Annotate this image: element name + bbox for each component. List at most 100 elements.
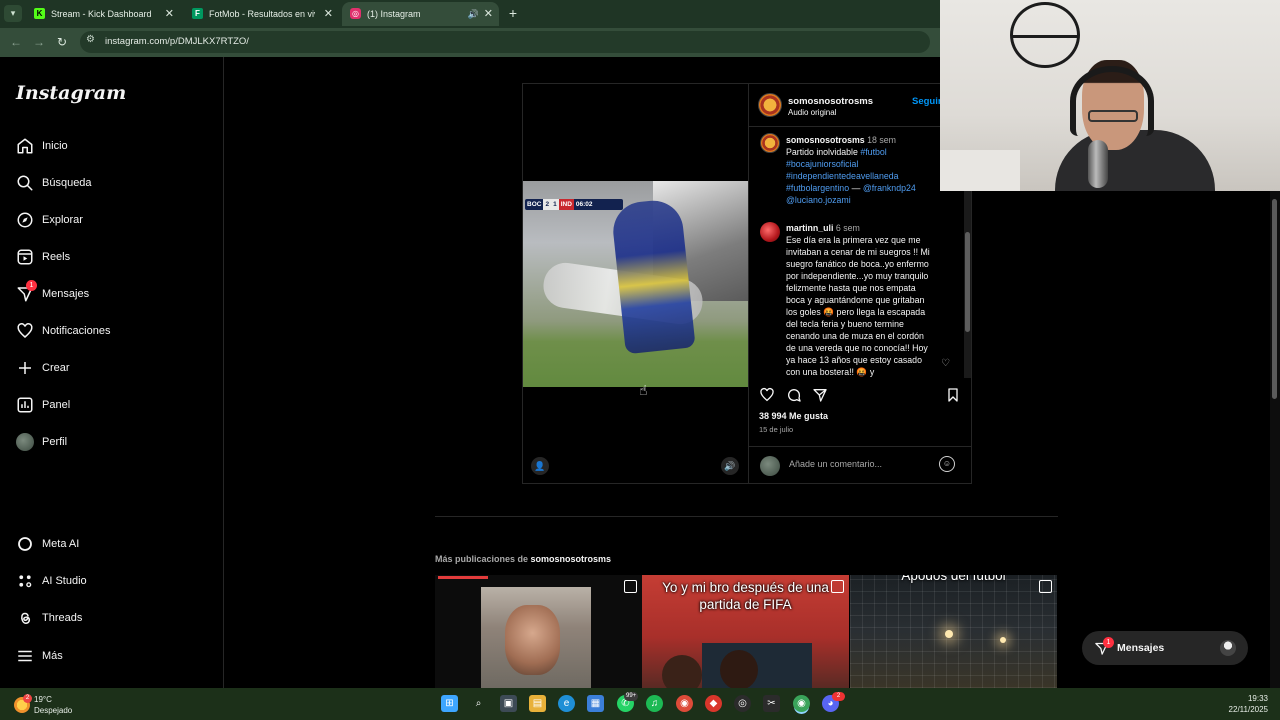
windows-taskbar: 2 19°C Despejado ⊞ ⌕ ▣ ▤ e ▦ ✆ 99+ ♫ ◉ ◆… xyxy=(0,688,1280,720)
thumb-fence xyxy=(850,575,1057,688)
new-tab-button[interactable]: + xyxy=(505,4,521,22)
back-icon[interactable]: ← xyxy=(8,34,24,50)
volume-icon[interactable]: 🔊 xyxy=(721,457,739,475)
kick-favicon-icon: K xyxy=(34,8,45,19)
likes-count[interactable]: 38 994 Me gusta xyxy=(759,411,828,421)
windows-start-icon[interactable]: ⊞ xyxy=(441,695,458,712)
comment-input[interactable]: Añade un comentario... xyxy=(789,459,882,469)
address-bar[interactable]: ⚙ instagram.com/p/DMJLKX7RTZO/ xyxy=(80,31,930,53)
chrome-active-icon[interactable]: ◉ xyxy=(793,695,810,712)
url-text[interactable]: instagram.com/p/DMJLKX7RTZO/ xyxy=(105,36,249,47)
page-scrollbar[interactable] xyxy=(1270,191,1280,688)
video-frame[interactable]: BOC 2 1 IND 06:02 xyxy=(523,181,748,387)
sidebar-item-inicio[interactable]: Inicio xyxy=(16,135,206,159)
add-comment-bar: Añade un comentario... ☺ xyxy=(749,446,972,483)
comment-username[interactable]: martinn_uli xyxy=(786,223,833,233)
more-posts-user[interactable]: somosnosotrosms xyxy=(531,554,612,564)
browser-tabbar: ▾ K Stream - Kick Dashboard ✕ F FotMob -… xyxy=(0,0,940,28)
post-side-panel: somosnosotrosms Audio original Seguir so… xyxy=(748,84,972,483)
tab-title: FotMob - Resultados en vivo de xyxy=(209,9,315,19)
capcut-icon[interactable]: ✂ xyxy=(763,695,780,712)
red-app-icon[interactable]: ◆ xyxy=(705,695,722,712)
sidebar-item-reels[interactable]: Reels xyxy=(16,246,206,270)
hashtag-link[interactable]: #futbol xyxy=(860,147,886,157)
tab-title: Stream - Kick Dashboard xyxy=(51,9,152,19)
more-post-thumb-2[interactable]: Yo y mi bro después de una partida de FI… xyxy=(642,575,849,688)
hashtag-link[interactable]: #futbolargentino xyxy=(786,183,849,193)
like-heart-icon[interactable] xyxy=(759,387,775,403)
tab-close-icon[interactable]: ✕ xyxy=(165,2,174,26)
sidebar-item-label: Más xyxy=(42,650,63,662)
tab-search-dropdown-icon[interactable]: ▾ xyxy=(4,5,22,22)
sidebar-item-busqueda[interactable]: Búsqueda xyxy=(16,172,206,196)
thumb-head xyxy=(662,655,702,688)
sidebar-item-mensajes[interactable]: 1 Mensajes xyxy=(16,280,206,307)
floating-messages-button[interactable]: 1 Mensajes xyxy=(1082,631,1248,665)
speaker-icon[interactable]: 🔊 xyxy=(468,2,479,26)
spotify-icon[interactable]: ♫ xyxy=(646,695,663,712)
sidebar-item-label: Explorar xyxy=(42,214,83,226)
caption-username[interactable]: somosnosotrosms xyxy=(786,135,865,145)
audio-label[interactable]: Audio original xyxy=(788,108,836,117)
comment-bubble-icon[interactable] xyxy=(786,387,802,403)
caption-avatar[interactable] xyxy=(760,133,780,153)
obs-icon[interactable]: ◎ xyxy=(734,695,751,712)
tab-fotmob[interactable]: F FotMob - Resultados en vivo de ✕ xyxy=(184,2,339,26)
sidebar-item-perfil[interactable]: Perfil xyxy=(16,431,206,455)
scrollbar-thumb[interactable] xyxy=(965,232,970,332)
sidebar-item-panel[interactable]: Panel xyxy=(16,394,206,418)
profile-avatar[interactable] xyxy=(758,93,782,117)
tab-close-icon[interactable]: ✕ xyxy=(484,2,493,26)
task-view-icon[interactable]: ▣ xyxy=(500,695,517,712)
sidebar-item-crear[interactable]: Crear xyxy=(16,357,206,381)
sidebar-item-explorar[interactable]: Explorar xyxy=(16,209,206,233)
sidebar-item-threads[interactable]: Threads xyxy=(16,607,206,631)
store-icon[interactable]: ▦ xyxy=(587,695,604,712)
hashtag-link[interactable]: #independientedeavellaneda xyxy=(786,171,899,181)
more-post-thumb-1[interactable] xyxy=(435,575,642,688)
follow-button[interactable]: Seguir xyxy=(912,96,942,107)
sidebar-item-label: Notificaciones xyxy=(42,325,111,337)
tab-kick-dashboard[interactable]: K Stream - Kick Dashboard ✕ xyxy=(26,2,180,26)
file-explorer-icon[interactable]: ▤ xyxy=(529,695,546,712)
tagged-user-icon[interactable]: 👤 xyxy=(531,457,549,475)
bookmark-icon[interactable] xyxy=(945,387,961,403)
sidebar-item-meta-ai[interactable]: Meta AI xyxy=(16,533,206,557)
scoreboard-overlay: BOC 2 1 IND 06:02 xyxy=(525,199,623,210)
sidebar-item-label: Perfil xyxy=(42,436,68,448)
mention-link[interactable]: @frankndp24 xyxy=(863,183,916,193)
forward-icon[interactable]: → xyxy=(31,34,47,50)
tab-instagram[interactable]: ◎ (1) Instagram 🔊 ✕ xyxy=(342,2,499,26)
comment-avatar[interactable] xyxy=(760,222,780,242)
thumb-decoration xyxy=(438,576,488,579)
tab-close-icon[interactable]: ✕ xyxy=(324,2,333,26)
search-icon[interactable]: ⌕ xyxy=(470,695,487,712)
emoji-icon[interactable]: ☺ xyxy=(939,456,955,472)
caption-text: Partido inolvidable xyxy=(786,147,858,157)
sidebar-item-mas[interactable]: Más xyxy=(16,645,206,669)
fotmob-favicon-icon: F xyxy=(192,8,203,19)
mention-link[interactable]: @luciano.jozami xyxy=(786,195,851,205)
comments-scrollbar[interactable] xyxy=(964,172,971,378)
share-icon[interactable] xyxy=(812,387,828,403)
comment-like-heart-icon[interactable]: ♡ xyxy=(941,358,950,369)
hashtag-link[interactable]: #bocajuniorsoficial xyxy=(786,159,858,169)
chrome-icon[interactable]: ◉ xyxy=(676,695,693,712)
more-post-thumb-3[interactable]: Apodos del fútbol xyxy=(850,575,1057,688)
system-clock[interactable]: 19:33 22/11/2025 xyxy=(1210,693,1268,715)
clock-time: 19:33 xyxy=(1247,694,1268,703)
post-media[interactable]: BOC 2 1 IND 06:02 👤 🔊 xyxy=(523,84,748,483)
sidebar-item-notificaciones[interactable]: Notificaciones xyxy=(16,320,206,344)
site-info-icon[interactable]: ⚙ xyxy=(86,34,95,45)
post-username[interactable]: somosnosotrosms xyxy=(788,96,873,107)
webcam-overlay xyxy=(940,0,1280,191)
discord-badge: 2 xyxy=(832,692,845,701)
home-icon xyxy=(17,138,33,154)
edge-icon[interactable]: e xyxy=(558,695,575,712)
instagram-logo[interactable]: Instagram xyxy=(16,82,126,104)
reload-icon[interactable]: ↻ xyxy=(54,34,70,50)
scrollbar-thumb[interactable] xyxy=(1272,199,1277,399)
reels-icon xyxy=(17,249,33,265)
sidebar-item-ai-studio[interactable]: AI Studio xyxy=(16,570,206,594)
weather-widget[interactable]: 2 19°C Despejado xyxy=(12,693,102,717)
